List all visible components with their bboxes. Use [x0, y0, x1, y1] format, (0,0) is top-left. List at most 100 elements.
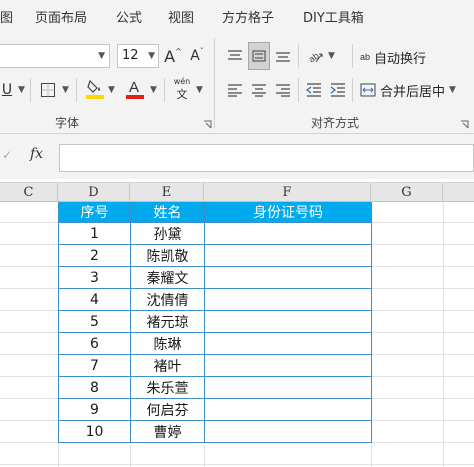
- decrease-font-size-button[interactable]: Aˇ: [186, 44, 208, 68]
- table-cell-name[interactable]: 何启芬: [131, 399, 204, 420]
- align-center-icon: [252, 84, 266, 97]
- increase-indent-button[interactable]: [328, 78, 348, 102]
- table-cell-id-number[interactable]: [205, 267, 371, 288]
- orientation-button[interactable]: ab: [304, 44, 326, 68]
- tab-fangfangezi[interactable]: 方方格子: [222, 7, 274, 26]
- table-header-no[interactable]: 序号: [59, 202, 130, 222]
- table-border: [130, 202, 131, 443]
- column-header-bar: C D E F G: [0, 182, 474, 202]
- fill-color-button[interactable]: [84, 76, 106, 102]
- decrease-font-icon: A: [190, 48, 200, 64]
- table-cell-id-number[interactable]: [205, 311, 371, 332]
- table-cell-id-number[interactable]: [205, 355, 371, 376]
- font-group-label: 字体: [55, 116, 80, 130]
- chevron-down-icon: ▼: [449, 85, 456, 95]
- table-border: [58, 266, 372, 267]
- check-icon[interactable]: ✓: [2, 148, 12, 162]
- column-header-g[interactable]: G: [371, 183, 443, 202]
- align-left-button[interactable]: [225, 78, 245, 102]
- table-cell-name[interactable]: 陈凯敬: [131, 245, 204, 266]
- font-size-dropdown[interactable]: 12 ▼: [117, 44, 159, 68]
- table-border: [58, 310, 372, 311]
- table-cell-no[interactable]: 7: [59, 355, 130, 376]
- table-cell-id-number[interactable]: [205, 399, 371, 420]
- table-cell-name[interactable]: 朱乐萱: [131, 377, 204, 398]
- table-header-id-number[interactable]: 身份证号码: [205, 202, 371, 222]
- table-cell-no[interactable]: 10: [59, 421, 130, 442]
- table-cell-no[interactable]: 3: [59, 267, 130, 288]
- merge-center-button[interactable]: 合并后居中 ▼: [360, 79, 456, 101]
- table-border: [58, 332, 372, 333]
- chevron-down-icon[interactable]: ▼: [150, 85, 157, 95]
- tab-formulas[interactable]: 公式: [116, 7, 142, 26]
- alignment-group-label: 对齐方式: [311, 116, 360, 130]
- gridline: [0, 464, 474, 465]
- table-cell-name[interactable]: 孙黛: [131, 223, 204, 244]
- bottom-align-button[interactable]: [273, 44, 293, 68]
- table-cell-id-number[interactable]: [205, 333, 371, 354]
- ribbon-separator: [352, 44, 353, 68]
- tab-view[interactable]: 视图: [168, 7, 194, 26]
- font-name-dropdown[interactable]: ▼: [0, 44, 110, 68]
- chevron-down-icon[interactable]: ▼: [62, 85, 69, 95]
- column-header-d[interactable]: D: [58, 183, 130, 202]
- table-cell-name[interactable]: 褚元琼: [131, 311, 204, 332]
- align-middle-icon: [252, 50, 266, 62]
- table-cell-no[interactable]: 9: [59, 399, 130, 420]
- table-border: [58, 354, 372, 355]
- decrease-indent-icon: [306, 83, 321, 97]
- ribbon-separator: [352, 78, 353, 102]
- svg-text:ab: ab: [307, 50, 321, 64]
- middle-align-button[interactable]: [248, 42, 270, 70]
- table-cell-id-number[interactable]: [205, 377, 371, 398]
- table-cell-name[interactable]: 沈倩倩: [131, 289, 204, 310]
- formula-input[interactable]: [59, 144, 474, 172]
- table-cell-no[interactable]: 4: [59, 289, 130, 310]
- ribbon-separator: [76, 78, 77, 102]
- table-cell-id-number[interactable]: [205, 223, 371, 244]
- table-border: [58, 420, 372, 421]
- chevron-down-icon[interactable]: ▼: [108, 85, 115, 95]
- wrap-text-button[interactable]: ab 自动换行: [360, 46, 426, 68]
- table-cell-no[interactable]: 6: [59, 333, 130, 354]
- table-cell-name[interactable]: 陈琳: [131, 333, 204, 354]
- table-header-name[interactable]: 姓名: [131, 202, 204, 222]
- chevron-down-icon[interactable]: ▼: [328, 51, 335, 61]
- tab-page-layout[interactable]: 页面布局: [35, 7, 87, 26]
- chevron-down-icon[interactable]: ▼: [18, 85, 25, 95]
- table-cell-name[interactable]: 曹婷: [131, 421, 204, 442]
- font-color-button[interactable]: A: [124, 76, 146, 102]
- tab-diy-toolbox[interactable]: DIY工具箱: [303, 7, 364, 26]
- increase-font-size-button[interactable]: A ^: [162, 44, 184, 68]
- table-cell-name[interactable]: 褚叶: [131, 355, 204, 376]
- table-cell-no[interactable]: 1: [59, 223, 130, 244]
- column-header-e[interactable]: E: [130, 183, 204, 202]
- table-cell-no[interactable]: 2: [59, 245, 130, 266]
- merge-center-label: 合并后居中: [380, 84, 446, 100]
- table-cell-id-number[interactable]: [205, 421, 371, 442]
- align-center-button[interactable]: [249, 78, 269, 102]
- ribbon: ▼ 12 ▼ A ^ Aˇ U ▼ ▼ ▼ A ▼ wén 文 ▼ 字体 ab …: [0, 32, 474, 134]
- phonetic-guide-button[interactable]: wén 文: [171, 77, 193, 103]
- table-cell-no[interactable]: 8: [59, 377, 130, 398]
- table-cell-id-number[interactable]: [205, 289, 371, 310]
- column-header-f[interactable]: F: [204, 183, 371, 202]
- align-right-button[interactable]: [273, 78, 293, 102]
- table-border: [371, 202, 372, 443]
- column-header-h[interactable]: [443, 183, 474, 202]
- insert-function-button[interactable]: fx: [30, 146, 43, 162]
- top-align-button[interactable]: [225, 44, 245, 68]
- decrease-indent-button[interactable]: [304, 78, 324, 102]
- borders-button[interactable]: [38, 78, 58, 102]
- table-cell-id-number[interactable]: [205, 245, 371, 266]
- column-header-c[interactable]: C: [0, 183, 58, 202]
- table-cell-name[interactable]: 秦耀文: [131, 267, 204, 288]
- font-dialog-launcher-icon[interactable]: [203, 120, 212, 129]
- ribbon-separator: [30, 78, 31, 102]
- chevron-down-icon[interactable]: ▼: [196, 85, 203, 95]
- tab-insert[interactable]: 图: [0, 7, 13, 26]
- table-border: [58, 376, 372, 377]
- alignment-dialog-launcher-icon[interactable]: [460, 120, 469, 129]
- table-cell-no[interactable]: 5: [59, 311, 130, 332]
- underline-button[interactable]: U: [0, 78, 14, 102]
